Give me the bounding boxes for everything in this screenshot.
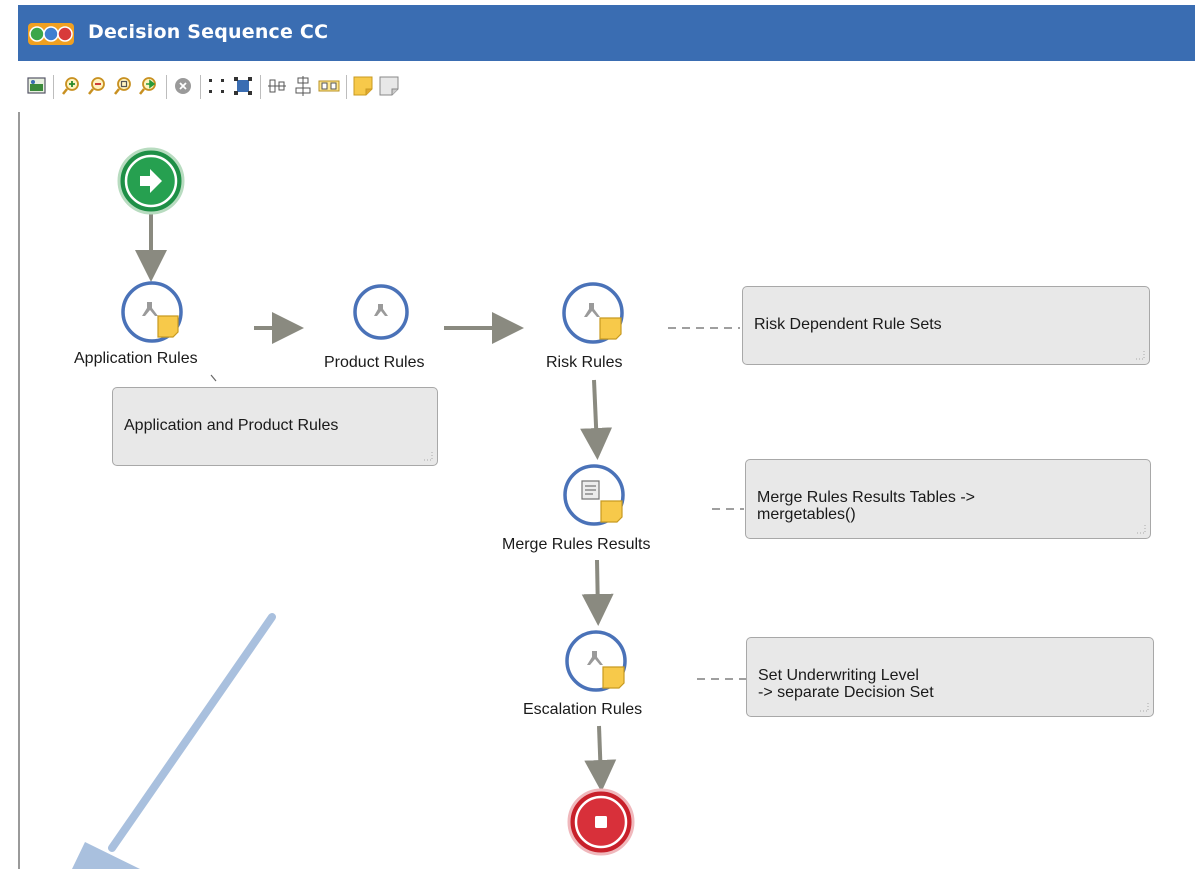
note-application-product[interactable]: Application and Product Rules [112,387,438,466]
note-attached-icon [157,315,179,338]
application-rules-label: Application Rules [74,350,198,367]
resize-grip-icon[interactable] [1136,524,1146,534]
note-attached-icon [599,317,622,340]
note-text: Merge Rules Results Tables -> mergetable… [757,489,976,523]
connector-merge-to-escalation [581,559,614,626]
connector-escalation-to-end [584,725,617,792]
escalation-rules-label: Escalation Rules [523,701,643,718]
product-rules-node[interactable] [353,284,409,340]
resize-grip-icon[interactable] [423,451,433,461]
note-attached-icon [600,500,623,523]
annotation-arrow-line [108,613,276,852]
note-underwriting[interactable]: Set Underwriting Level -> separate Decis… [746,637,1154,717]
note-merge-tables[interactable]: Merge Rules Results Tables -> mergetable… [745,459,1151,539]
product-rules-label: Product Rules [324,354,425,371]
merge-rules-results-label: Merge Rules Results [502,536,651,553]
annotation-arrow-head [72,842,140,869]
note-text: Risk Dependent Rule Sets [754,316,942,333]
note-text: Set Underwriting Level -> separate Decis… [758,667,934,701]
note-text: Application and Product Rules [124,417,339,434]
note-link-application [210,374,217,382]
note-risk-dependent[interactable]: Risk Dependent Rule Sets [742,286,1150,365]
resize-grip-icon[interactable] [1139,702,1149,712]
note-attached-icon [602,666,625,689]
risk-rules-label: Risk Rules [546,354,623,371]
resize-grip-icon[interactable] [1135,350,1145,360]
stop-square-icon [595,816,607,828]
connector-risk-to-merge [580,379,613,460]
